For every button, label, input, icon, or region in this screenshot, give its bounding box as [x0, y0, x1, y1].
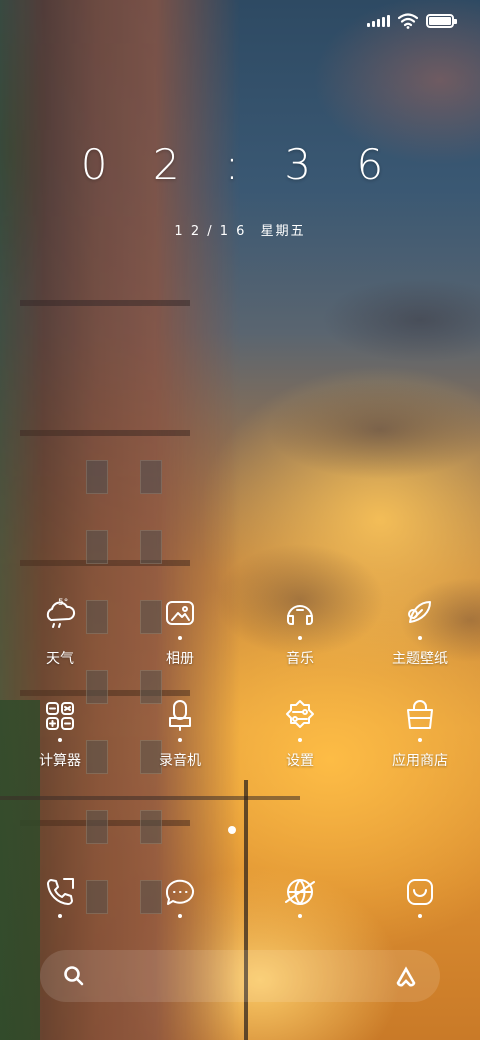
page-indicator-dot[interactable] — [228, 826, 236, 834]
wallpaper-powerline — [0, 796, 300, 800]
date-display[interactable]: 1 2 / 1 6 星期五 — [0, 220, 480, 239]
messages-icon — [158, 870, 202, 918]
app-label: 相册 — [166, 651, 194, 667]
phone-icon — [38, 870, 82, 918]
gallery-icon — [158, 592, 202, 640]
app-label: 主题壁纸 — [392, 651, 448, 667]
dock-messages[interactable] — [120, 870, 240, 920]
recorder-icon — [158, 694, 202, 742]
status-bar — [367, 10, 457, 32]
app-label: 录音机 — [159, 753, 201, 769]
battery-icon — [426, 14, 457, 28]
app-store[interactable]: 应用商店 — [360, 694, 480, 770]
weather-temp: 5° — [58, 598, 69, 608]
dock-phone[interactable] — [0, 870, 120, 920]
battery-level — [429, 17, 451, 25]
app-settings[interactable]: 设置 — [240, 694, 360, 770]
settings-icon — [278, 694, 322, 742]
weather-icon: 5° — [38, 592, 82, 636]
app-weather[interactable]: 5° 天气 — [0, 592, 120, 668]
wifi-icon — [398, 13, 418, 29]
app-label: 计算器 — [39, 753, 81, 769]
themes-icon — [398, 592, 442, 640]
app-music[interactable]: 音乐 — [240, 592, 360, 668]
assistant-icon[interactable] — [394, 964, 418, 988]
shop-icon — [398, 870, 442, 918]
app-gallery[interactable]: 相册 — [120, 592, 240, 668]
dock — [0, 870, 480, 920]
app-grid: 5° 天气 相册 音乐 主题壁纸 计算器 录音机 设置 应用商店 — [0, 592, 480, 770]
music-icon — [278, 592, 322, 640]
app-label: 音乐 — [286, 651, 314, 667]
clock-time[interactable]: 0 2 : 3 6 — [0, 140, 480, 189]
browser-icon — [278, 870, 322, 918]
date-day: 1 2 / 1 6 — [174, 224, 247, 239]
dock-shop[interactable] — [360, 870, 480, 920]
date-weekday: 星期五 — [260, 224, 306, 239]
app-store-icon — [398, 694, 442, 742]
app-calculator[interactable]: 计算器 — [0, 694, 120, 770]
search-bar[interactable] — [40, 950, 440, 1002]
app-label: 设置 — [286, 753, 314, 769]
app-label: 天气 — [46, 651, 74, 667]
app-themes[interactable]: 主题壁纸 — [360, 592, 480, 668]
calculator-icon — [38, 694, 82, 742]
dock-browser[interactable] — [240, 870, 360, 920]
app-recorder[interactable]: 录音机 — [120, 694, 240, 770]
app-label: 应用商店 — [392, 753, 448, 769]
search-icon[interactable] — [62, 964, 86, 988]
signal-icon — [367, 15, 390, 27]
